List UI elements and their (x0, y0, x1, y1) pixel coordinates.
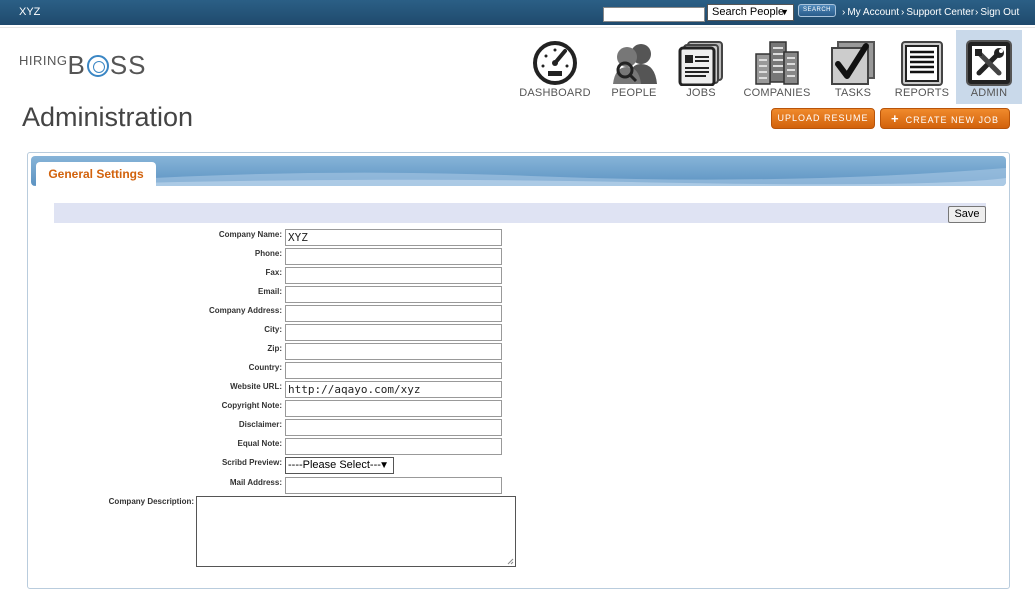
website-url-field[interactable]: http://aqayo.com/xyz (285, 381, 502, 398)
save-bar: Save (54, 203, 986, 223)
nav-companies[interactable]: COMPANIES (741, 30, 813, 104)
phone-field[interactable] (285, 248, 502, 265)
create-new-job-button[interactable]: + CREATE NEW JOB (880, 108, 1010, 129)
search-scope-select[interactable]: Search People ▼ (707, 4, 794, 21)
chevron-right-icon: › (901, 7, 905, 18)
zip-label: Zip: (267, 344, 282, 353)
search-scope-value: Search People (712, 6, 785, 18)
chevron-down-icon: ▼ (379, 460, 389, 471)
target-icon (86, 55, 109, 77)
my-account-link[interactable]: › My Account (842, 7, 899, 18)
logo-big-left: B (67, 50, 86, 80)
scribd-preview-value: ----Please Select--- (288, 459, 381, 471)
mail-address-field[interactable] (285, 477, 502, 494)
nav-companies-label: COMPANIES (743, 87, 811, 99)
fax-label: Fax: (265, 268, 282, 277)
zip-field[interactable] (285, 343, 502, 360)
website-url-label: Website URL: (230, 382, 282, 391)
logo-small-text: HIRING (19, 53, 68, 68)
copyright-note-field[interactable] (285, 400, 502, 417)
header-wave-decoration (31, 168, 1006, 186)
company-name-label: Company Name: (218, 230, 282, 239)
logo-big-right: SS (109, 50, 147, 80)
search-input[interactable] (603, 7, 705, 22)
resize-handle-icon[interactable] (507, 558, 514, 565)
nav-dashboard[interactable]: DASHBOARD (519, 30, 591, 104)
country-field[interactable] (285, 362, 502, 379)
copyright-note-label: Copyright Note: (221, 401, 282, 410)
disclaimer-label: Disclaimer: (238, 420, 282, 429)
email-field[interactable] (285, 286, 502, 303)
disclaimer-field[interactable] (285, 419, 502, 436)
general-settings-panel: General Settings Save Company Name: XYZ … (27, 152, 1010, 589)
nav-admin[interactable]: ADMIN (956, 30, 1022, 104)
nav-dashboard-label: DASHBOARD (519, 87, 591, 99)
equal-note-field[interactable] (285, 438, 502, 455)
nav-tasks-label: TASKS (834, 87, 872, 99)
company-address-field[interactable] (285, 305, 502, 322)
country-label: Country: (248, 363, 282, 372)
dashboard-icon (533, 41, 577, 85)
divider (0, 27, 1035, 28)
search-button[interactable]: SEARCH (798, 4, 836, 17)
my-account-label: My Account (847, 7, 900, 18)
jobs-icon (678, 41, 723, 86)
city-label: City: (264, 325, 282, 334)
upload-resume-button[interactable]: UPLOAD RESUME (771, 108, 875, 129)
fax-field[interactable] (285, 267, 502, 284)
page-title: Administration (22, 102, 194, 132)
scribd-preview-select[interactable]: ----Please Select--- ▼ (285, 457, 394, 474)
chevron-right-icon: › (842, 7, 846, 18)
nav-reports[interactable]: REPORTS (893, 30, 951, 104)
tasks-icon (831, 41, 875, 85)
equal-note-label: Equal Note: (237, 439, 282, 448)
sign-out-link[interactable]: › Sign Out (975, 7, 1019, 18)
admin-icon (966, 40, 1012, 86)
nav-people-label: PEOPLE (611, 87, 657, 99)
tab-general-settings[interactable]: General Settings (36, 162, 156, 186)
nav-jobs[interactable]: JOBS (672, 30, 730, 104)
phone-label: Phone: (254, 249, 282, 258)
reports-icon (901, 41, 943, 86)
chevron-down-icon: ▼ (780, 7, 789, 17)
people-icon (613, 44, 657, 84)
hiringboss-logo[interactable]: HIRINGB SS (19, 50, 147, 81)
city-field[interactable] (285, 324, 502, 341)
support-center-label: Support Center (906, 7, 975, 18)
account-name: XYZ (19, 6, 41, 18)
save-button[interactable]: Save (948, 206, 986, 223)
mail-address-label: Mail Address: (229, 478, 282, 487)
nav-tasks[interactable]: TASKS (825, 30, 881, 104)
scribd-preview-label: Scribd Preview: (221, 458, 282, 467)
nav-people[interactable]: PEOPLE (605, 30, 663, 104)
plus-icon: + (891, 111, 900, 126)
chevron-right-icon: › (975, 7, 979, 18)
company-description-textarea[interactable] (196, 496, 516, 567)
panel-header: General Settings (31, 156, 1006, 186)
nav-admin-label: ADMIN (970, 87, 1008, 99)
nav-reports-label: REPORTS (894, 87, 950, 99)
companies-icon (755, 41, 799, 85)
support-center-link[interactable]: › Support Center (901, 7, 974, 18)
email-label: Email: (257, 287, 282, 296)
create-new-job-label: CREATE NEW JOB (905, 115, 999, 125)
sign-out-label: Sign Out (980, 7, 1020, 18)
top-bar: XYZ Search People ▼ SEARCH › My Account ›… (0, 0, 1035, 25)
nav-jobs-label: JOBS (686, 87, 716, 99)
company-address-label: Company Address: (208, 306, 282, 315)
company-name-field[interactable]: XYZ (285, 229, 502, 246)
company-description-label: Company Description: (108, 497, 194, 506)
